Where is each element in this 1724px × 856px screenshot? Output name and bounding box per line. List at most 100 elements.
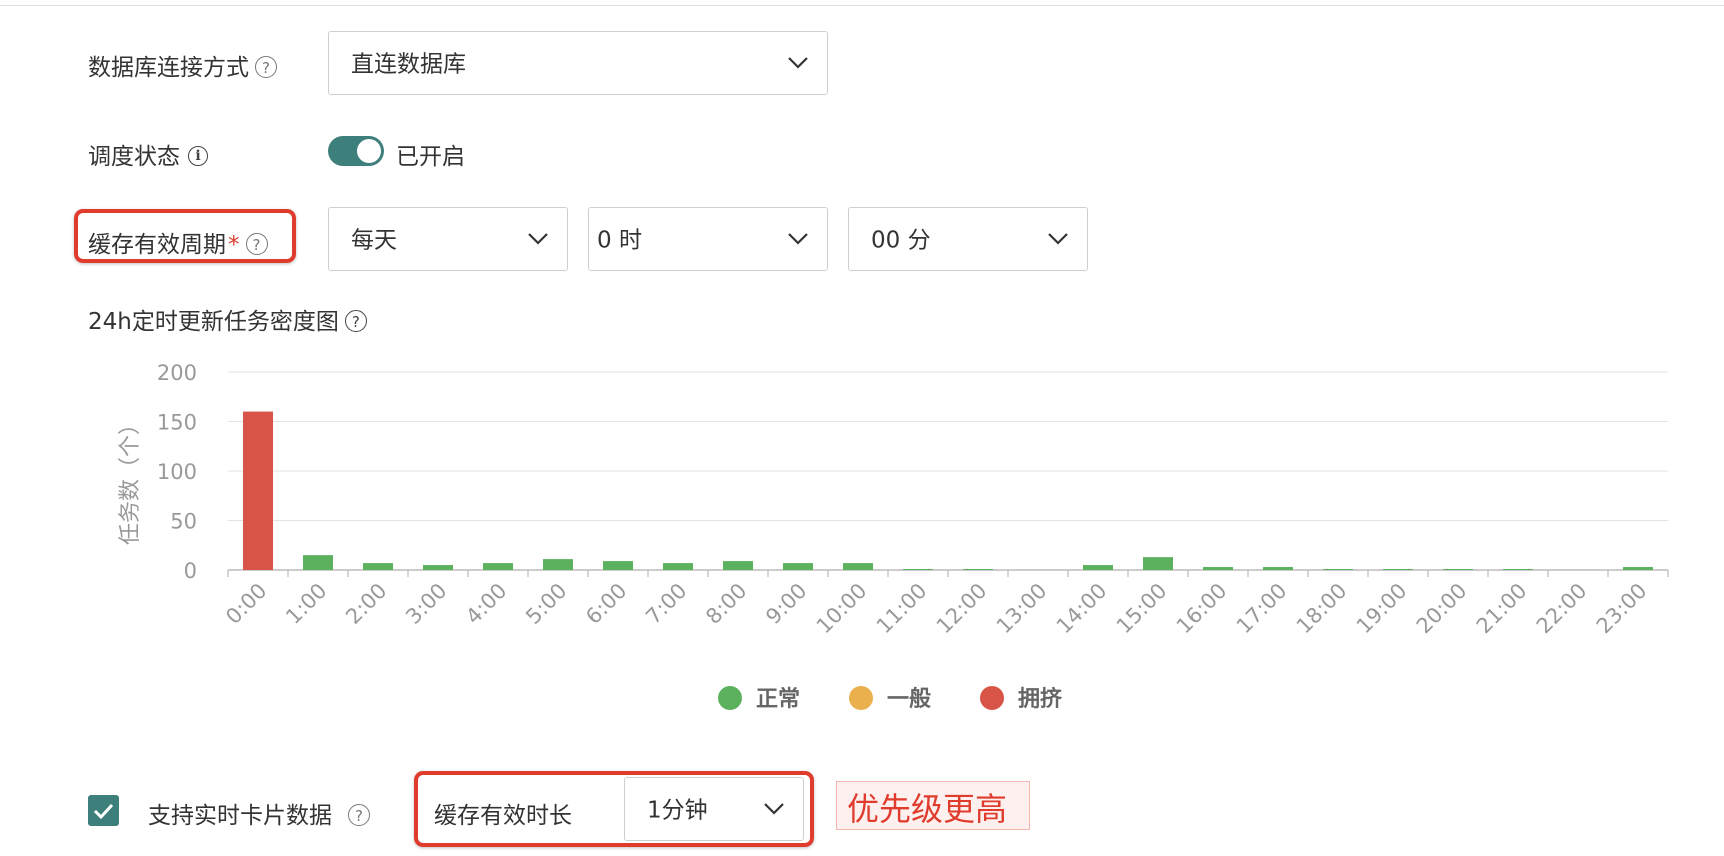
x-tick-label: 6:00 <box>581 579 631 629</box>
y-tick-label: 150 <box>157 411 197 435</box>
bar-2:00 <box>363 563 393 570</box>
chevron-down-icon <box>528 233 548 245</box>
chevron-down-icon <box>1048 233 1068 245</box>
required-mark: * <box>228 232 240 258</box>
bar-7:00 <box>663 563 693 570</box>
legend-label[interactable]: 拥挤 <box>1018 686 1063 712</box>
priority-note-box: 优先级更高 <box>836 781 1030 830</box>
x-tick-label: 21:00 <box>1472 579 1532 639</box>
bar-3:00 <box>423 565 453 570</box>
y-tick-label: 50 <box>170 510 197 534</box>
bar-18:00 <box>1323 569 1353 570</box>
bar-17:00 <box>1263 567 1293 570</box>
x-tick-label: 1:00 <box>281 579 331 629</box>
chart-title: 24h定时更新任务密度图 <box>88 309 339 335</box>
x-tick-label: 11:00 <box>872 579 932 639</box>
x-tick-label: 16:00 <box>1172 579 1232 639</box>
x-tick-label: 18:00 <box>1292 579 1352 639</box>
cache-frequency-value: 每天 <box>351 227 397 254</box>
x-tick-label: 15:00 <box>1112 579 1172 639</box>
cache-period-label: 缓存有效周期 <box>88 232 226 258</box>
chart-grid <box>228 371 1668 571</box>
check-icon <box>93 803 114 820</box>
help-icon[interactable]: ? <box>255 55 277 78</box>
x-tick-label: 20:00 <box>1412 579 1472 639</box>
x-tick-label: 23:00 <box>1592 579 1652 639</box>
x-tick-label: 3:00 <box>401 579 451 629</box>
x-tick-label: 17:00 <box>1232 579 1292 639</box>
realtime-label: 支持实时卡片数据 <box>148 803 332 829</box>
bar-1:00 <box>303 555 333 570</box>
x-tick-label: 12:00 <box>932 579 992 639</box>
chart-x-ticks: 0:00 1:00 2:00 3:00 4:00 5:00 6:00 7:00 8:00 9:00… <box>221 570 1669 639</box>
bar-0:00 <box>243 411 273 570</box>
bar-16:00 <box>1203 567 1233 570</box>
cache-minute-value: 00 分 <box>871 227 931 254</box>
x-tick-label: 10:00 <box>812 579 872 639</box>
db-connection-value: 直连数据库 <box>351 51 466 78</box>
x-tick-label: 4:00 <box>461 579 511 629</box>
db-connection-select[interactable]: 直连数据库 <box>328 31 828 95</box>
legend-label[interactable]: 一般 <box>887 686 931 712</box>
info-icon[interactable]: i <box>188 145 208 166</box>
schedule-status-label-row: 调度状态 i <box>88 137 208 171</box>
legend-marker[interactable] <box>718 686 742 710</box>
help-icon[interactable]: ? <box>344 309 367 332</box>
cache-minute-select[interactable]: 00 分 <box>848 207 1088 271</box>
bar-21:00 <box>1503 569 1533 570</box>
bar-19:00 <box>1383 569 1413 570</box>
bar-14:00 <box>1083 565 1113 570</box>
cache-duration-value: 1分钟 <box>647 797 708 824</box>
bar-4:00 <box>483 563 513 570</box>
x-tick-label: 5:00 <box>521 579 571 629</box>
db-connection-label-row: 数据库连接方式? <box>88 48 277 82</box>
realtime-checkbox[interactable] <box>88 795 119 826</box>
y-tick-label: 200 <box>157 361 197 385</box>
x-tick-label: 8:00 <box>701 579 751 629</box>
cache-duration-select[interactable]: 1分钟 <box>624 777 804 841</box>
bar-9:00 <box>783 563 813 570</box>
help-icon[interactable]: ? <box>245 232 268 255</box>
bar-5:00 <box>543 559 573 570</box>
priority-note: 优先级更高 <box>847 790 1008 828</box>
y-tick-label: 100 <box>157 460 197 484</box>
x-tick-label: 7:00 <box>641 579 691 629</box>
x-tick-label: 19:00 <box>1352 579 1412 639</box>
x-tick-label: 9:00 <box>761 579 811 629</box>
chart-y-ticks: 0 50 100 150 200 <box>157 361 197 583</box>
chart-legend: 正常 一般 拥挤 <box>718 686 1063 712</box>
chevron-down-icon <box>788 233 808 245</box>
legend-label[interactable]: 正常 <box>756 686 800 712</box>
schedule-status-value: 已开启 <box>396 144 465 170</box>
chart-y-axis-label: 任务数（个） <box>118 413 143 545</box>
task-density-chart: 0 50 100 150 200 0:00 1:00 2:00 3:00 4:00 5:00 6:0… <box>118 361 1669 712</box>
bar-15:00 <box>1143 557 1173 570</box>
bar-20:00 <box>1443 569 1473 570</box>
cache-hour-select[interactable]: 0 时 <box>588 207 828 271</box>
x-tick-label: 0:00 <box>221 579 271 629</box>
chart-bars <box>243 411 1653 570</box>
db-connection-label: 数据库连接方式 <box>88 55 249 81</box>
x-tick-label: 13:00 <box>992 579 1052 639</box>
legend-marker[interactable] <box>980 686 1004 710</box>
cache-period-label-row: 缓存有效周期*? <box>88 225 268 259</box>
toggle-knob <box>357 139 381 163</box>
chart-title-row: 24h定时更新任务密度图? <box>88 302 367 336</box>
bar-23:00 <box>1623 567 1653 570</box>
x-tick-label: 2:00 <box>341 579 391 629</box>
y-tick-label: 0 <box>184 559 197 583</box>
x-tick-label: 14:00 <box>1052 579 1112 639</box>
legend-marker[interactable] <box>849 686 873 710</box>
cache-hour-value: 0 时 <box>597 227 642 254</box>
top-divider <box>0 5 1724 6</box>
schedule-status-label: 调度状态 <box>88 144 180 170</box>
chevron-down-icon <box>788 57 808 69</box>
bar-10:00 <box>843 563 873 570</box>
cache-frequency-select[interactable]: 每天 <box>328 207 568 271</box>
schedule-toggle[interactable] <box>328 136 384 166</box>
bar-8:00 <box>723 561 753 570</box>
realtime-label-row: 支持实时卡片数据? <box>148 796 370 830</box>
chevron-down-icon <box>764 803 784 815</box>
bar-11:00 <box>903 569 933 570</box>
help-icon[interactable]: ? <box>348 803 370 826</box>
